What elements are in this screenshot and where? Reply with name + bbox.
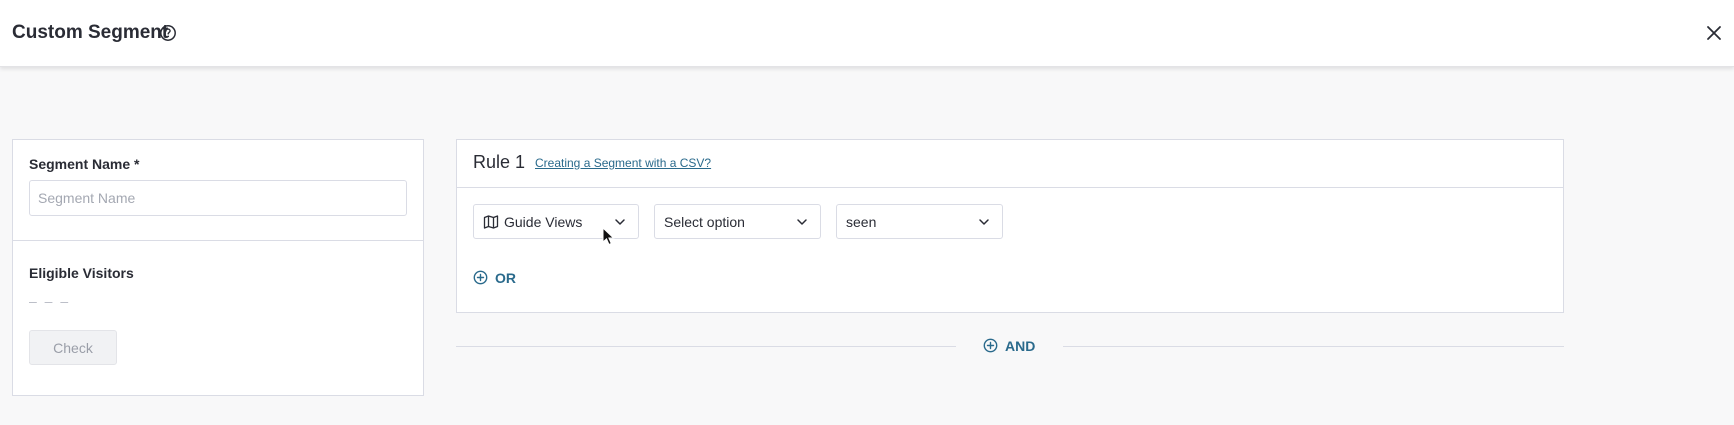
rule-condition-value: seen <box>846 214 877 230</box>
chevron-down-icon <box>979 219 989 225</box>
check-button[interactable]: Check <box>29 330 117 365</box>
rule-card: Rule 1 Creating a Segment with a CSV? Gu… <box>456 139 1564 313</box>
add-and-rule-button[interactable]: AND <box>983 336 1043 356</box>
segment-name-input[interactable] <box>29 180 407 216</box>
plus-circle-icon <box>983 338 998 353</box>
page-title: Custom Segment <box>12 22 169 43</box>
rule-title: Rule 1 <box>473 152 526 172</box>
rule-option-select[interactable]: Select option <box>654 204 821 239</box>
rule-source-value: Guide Views <box>504 214 583 230</box>
close-icon[interactable] <box>1703 22 1725 44</box>
chevron-down-icon <box>797 219 807 225</box>
segment-name-label: Segment Name * <box>29 156 140 172</box>
rule-condition-select[interactable]: seen <box>836 204 1003 239</box>
eligible-visitors-value: – – – <box>29 293 71 309</box>
add-or-label: OR <box>495 270 516 286</box>
mouse-cursor-icon <box>602 227 615 246</box>
plus-circle-icon <box>473 270 488 285</box>
and-divider-left <box>456 346 956 347</box>
rule-option-value: Select option <box>664 214 745 230</box>
eligible-visitors-label: Eligible Visitors <box>29 265 134 281</box>
panel-divider <box>13 240 423 241</box>
segment-settings-panel: Segment Name * Eligible Visitors – – – C… <box>12 139 424 396</box>
and-divider-right <box>1063 346 1564 347</box>
add-and-label: AND <box>1005 338 1036 354</box>
map-icon <box>483 215 499 229</box>
help-circle-icon[interactable] <box>159 24 177 42</box>
modal-header: Custom Segment <box>0 0 1734 67</box>
rule-divider <box>457 187 1563 188</box>
csv-help-link[interactable]: Creating a Segment with a CSV? <box>535 156 711 170</box>
